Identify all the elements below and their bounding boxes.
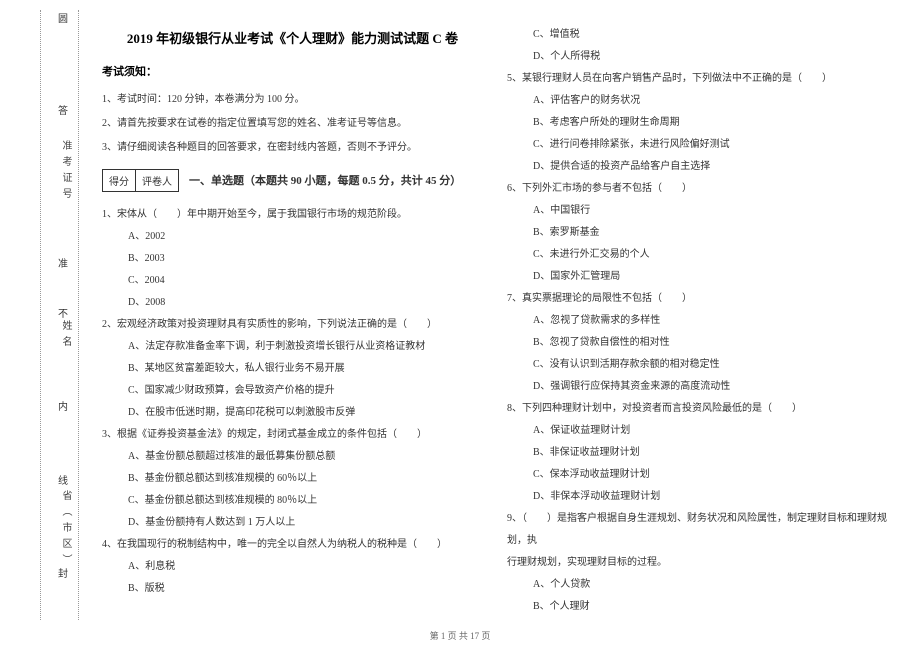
- option: B、忽视了贷款自偿性的相对性: [533, 332, 888, 354]
- option: D、强调银行应保持其资金来源的高度流动性: [533, 376, 888, 398]
- exam-page: 圆 答 准考证号 准 不 姓名 内 线 省（市区） 封 2019 年初级银行从业…: [0, 0, 920, 620]
- left-column: 2019 年初级银行从业考试《个人理财》能力测试试题 C 卷 考试须知： 1、考…: [90, 10, 495, 620]
- question-stem: 7、真实票据理论的局限性不包括（ ）: [507, 288, 888, 310]
- option: C、增值税: [533, 24, 888, 46]
- option: D、国家外汇管理局: [533, 266, 888, 288]
- page-footer: 第 1 页 共 17 页: [0, 629, 920, 642]
- option: A、忽视了贷款需求的多样性: [533, 310, 888, 332]
- side-char: 答: [58, 102, 68, 117]
- side-label-name: 姓名: [58, 320, 73, 352]
- option: A、保证收益理财计划: [533, 420, 888, 442]
- option: C、没有认识到活期存款余额的相对稳定性: [533, 354, 888, 376]
- option: A、评估客户的财务状况: [533, 90, 888, 112]
- option: A、法定存款准备金率下调，利于刺激投资增长银行从业资格证教材: [128, 336, 483, 358]
- option: D、非保本浮动收益理财计划: [533, 486, 888, 508]
- option: B、基金份额总额达到核准规模的 60％以上: [128, 468, 483, 490]
- option: A、利息税: [128, 556, 483, 578]
- exam-title: 2019 年初级银行从业考试《个人理财》能力测试试题 C 卷: [102, 28, 483, 47]
- option: B、2003: [128, 248, 483, 270]
- question-stem: 9、（ ）是指客户根据自身生涯规划、财务状况和风险属性，制定理财目标和理财规划，…: [507, 508, 888, 552]
- question-stem: 2、宏观经济政策对投资理财具有实质性的影响，下列说法正确的是（ ）: [102, 314, 483, 336]
- question-options: A、基金份额总额超过核准的最低募集份额总额 B、基金份额总额达到核准规模的 60…: [102, 446, 483, 534]
- option: C、进行问卷排除紧张，未进行风险偏好测试: [533, 134, 888, 156]
- instruction-line: 2、请首先按要求在试卷的指定位置填写您的姓名、准考证号等信息。: [102, 113, 483, 135]
- side-char: 圆: [58, 10, 68, 25]
- question-options-cont: C、增值税 D、个人所得税: [507, 24, 888, 68]
- option: B、版税: [128, 578, 483, 600]
- question-options: A、中国银行 B、索罗斯基金 C、未进行外汇交易的个人 D、国家外汇管理局: [507, 200, 888, 288]
- side-label-province: 省（市区）: [58, 490, 73, 570]
- option: C、2004: [128, 270, 483, 292]
- question-options: A、利息税 B、版税: [102, 556, 483, 600]
- instruction-line: 1、考试时间：120 分钟，本卷满分为 100 分。: [102, 89, 483, 111]
- question-options: A、评估客户的财务状况 B、考虑客户所处的理财生命周期 C、进行问卷排除紧张，未…: [507, 90, 888, 178]
- question-stem-cont: 行理财规划，实现理财目标的过程。: [507, 552, 888, 574]
- dotted-line-inner: [78, 10, 79, 620]
- instruction-line: 3、请仔细阅读各种题目的回答要求，在密封线内答题，否则不予评分。: [102, 137, 483, 159]
- option: A、2002: [128, 226, 483, 248]
- option: B、非保证收益理财计划: [533, 442, 888, 464]
- notice-heading: 考试须知：: [102, 63, 483, 79]
- score-box: 得分 评卷人: [102, 169, 179, 192]
- question-options: A、个人贷款 B、个人理财: [507, 574, 888, 618]
- option: D、在股市低迷时期，提高印花税可以刺激股市反弹: [128, 402, 483, 424]
- question-stem: 4、在我国现行的税制结构中，唯一的完全以自然人为纳税人的税种是（ ）: [102, 534, 483, 556]
- option: B、考虑客户所处的理财生命周期: [533, 112, 888, 134]
- dotted-line-outer: [40, 10, 41, 620]
- section-header-row: 得分 评卷人 一、单选题（本题共 90 小题，每题 0.5 分，共计 45 分）: [102, 161, 483, 198]
- side-char: 准: [58, 255, 68, 270]
- question-stem: 8、下列四种理财计划中，对投资者而言投资风险最低的是（ ）: [507, 398, 888, 420]
- option: C、基金份额总额达到核准规模的 80％以上: [128, 490, 483, 512]
- option: D、2008: [128, 292, 483, 314]
- right-column: C、增值税 D、个人所得税 5、某银行理财人员在向客户销售产品时，下列做法中不正…: [495, 10, 900, 620]
- option: C、保本浮动收益理财计划: [533, 464, 888, 486]
- option: A、个人贷款: [533, 574, 888, 596]
- option: D、个人所得税: [533, 46, 888, 68]
- content-columns: 2019 年初级银行从业考试《个人理财》能力测试试题 C 卷 考试须知： 1、考…: [80, 10, 900, 620]
- option: A、中国银行: [533, 200, 888, 222]
- score-cell-score: 得分: [103, 170, 136, 191]
- question-options: A、保证收益理财计划 B、非保证收益理财计划 C、保本浮动收益理财计划 D、非保…: [507, 420, 888, 508]
- option: D、基金份额持有人数达到 1 万人以上: [128, 512, 483, 534]
- question-stem: 1、宋体从（ ）年中期开始至今，属于我国银行市场的规范阶段。: [102, 204, 483, 226]
- side-char: 不: [58, 305, 68, 320]
- section-title: 一、单选题（本题共 90 小题，每题 0.5 分，共计 45 分）: [189, 172, 461, 188]
- option: A、基金份额总额超过核准的最低募集份额总额: [128, 446, 483, 468]
- option: B、个人理财: [533, 596, 888, 618]
- question-stem: 3、根据《证券投资基金法》的规定，封闭式基金成立的条件包括（ ）: [102, 424, 483, 446]
- option: B、索罗斯基金: [533, 222, 888, 244]
- score-cell-rater: 评卷人: [136, 170, 178, 191]
- side-label-ticket: 准考证号: [58, 140, 73, 204]
- option: C、未进行外汇交易的个人: [533, 244, 888, 266]
- option: C、国家减少财政预算，会导致资产价格的提升: [128, 380, 483, 402]
- question-stem: 5、某银行理财人员在向客户销售产品时，下列做法中不正确的是（ ）: [507, 68, 888, 90]
- side-char: 内: [58, 398, 68, 413]
- option: B、某地区贫富差距较大，私人银行业务不易开展: [128, 358, 483, 380]
- binding-margin: 圆 答 准考证号 准 不 姓名 内 线 省（市区） 封: [20, 10, 80, 620]
- side-char: 线: [58, 472, 68, 487]
- question-options: A、法定存款准备金率下调，利于刺激投资增长银行从业资格证教材 B、某地区贫富差距…: [102, 336, 483, 424]
- question-stem: 6、下列外汇市场的参与者不包括（ ）: [507, 178, 888, 200]
- question-options: A、忽视了贷款需求的多样性 B、忽视了贷款自偿性的相对性 C、没有认识到活期存款…: [507, 310, 888, 398]
- question-options: A、2002 B、2003 C、2004 D、2008: [102, 226, 483, 314]
- option: D、提供合适的投资产品给客户自主选择: [533, 156, 888, 178]
- side-char: 封: [58, 565, 68, 580]
